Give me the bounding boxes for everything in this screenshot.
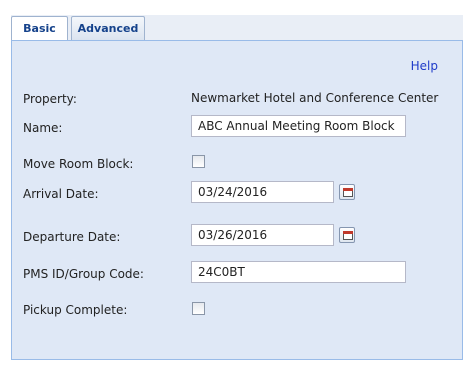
departure-date-label: Departure Date: [23, 230, 121, 244]
name-field[interactable]: ABC Annual Meeting Room Block [191, 115, 406, 137]
property-value: Newmarket Hotel and Conference Center [191, 91, 439, 105]
pickup-complete-label: Pickup Complete: [23, 303, 128, 317]
property-label: Property: [23, 92, 77, 106]
arrival-date-field[interactable]: 03/24/2016 [191, 181, 334, 203]
tab-advanced[interactable]: Advanced [71, 16, 145, 40]
departure-date-field[interactable]: 03/26/2016 [191, 224, 334, 246]
arrival-date-label: Arrival Date: [23, 187, 99, 201]
tab-strip: Basic Advanced [11, 15, 463, 41]
tab-basic[interactable]: Basic [11, 16, 68, 41]
pms-id-field[interactable]: 24C0BT [191, 261, 406, 283]
basic-panel: Help Property: Newmarket Hotel and Confe… [11, 40, 463, 360]
calendar-icon[interactable] [339, 227, 355, 243]
pms-id-label: PMS ID/Group Code: [23, 267, 144, 281]
move-room-block-checkbox[interactable] [192, 155, 205, 168]
help-link[interactable]: Help [411, 59, 438, 73]
name-label: Name: [23, 121, 63, 135]
calendar-icon[interactable] [339, 184, 355, 200]
pickup-complete-checkbox[interactable] [192, 302, 205, 315]
move-room-block-label: Move Room Block: [23, 157, 134, 171]
